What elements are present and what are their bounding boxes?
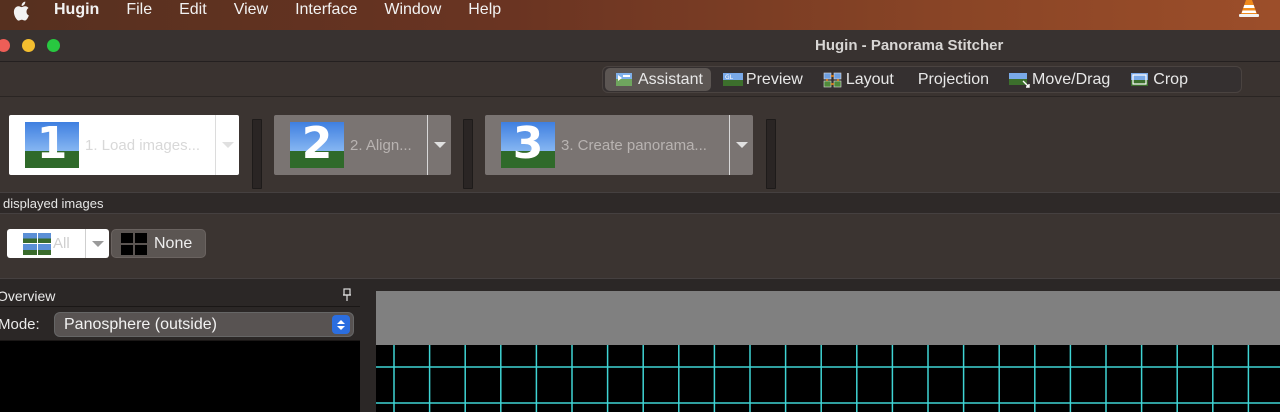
- window-titlebar: Hugin - Panorama Stitcher: [0, 30, 1280, 62]
- all-label: All: [53, 235, 70, 252]
- all-main[interactable]: All: [7, 229, 85, 258]
- step-create-panorama-button[interactable]: 3 3. Create panorama...: [485, 115, 753, 175]
- no-images-icon: [121, 232, 147, 255]
- zoom-window-button[interactable]: [47, 39, 60, 52]
- step-align-button[interactable]: 2 2. Align...: [274, 115, 451, 175]
- step-number: 2: [301, 118, 333, 169]
- toolbar-separator: [463, 119, 473, 189]
- step-label: 3. Create panorama...: [561, 136, 707, 154]
- menu-app-hugin[interactable]: Hugin: [54, 1, 99, 19]
- overview-mode-select[interactable]: Panosphere (outside): [54, 312, 354, 337]
- tab-preview[interactable]: GL Preview: [713, 68, 811, 91]
- tab-layout[interactable]: Layout: [813, 68, 902, 91]
- tab-projection[interactable]: Projection: [904, 68, 997, 91]
- assistant-steps-row: 1 1. Load images... 2 2. Align... 3 3. C…: [0, 96, 1280, 192]
- main-split-view: Overview Mode: Panosphere (outside): [0, 278, 1280, 412]
- show-no-images-button[interactable]: None: [111, 229, 206, 258]
- displayed-images-toolbar: All None: [0, 214, 1280, 278]
- none-label: None: [154, 234, 193, 252]
- mode-label: Mode:: [0, 316, 40, 333]
- panel-splitter[interactable]: [360, 285, 370, 412]
- move-drag-icon: [1008, 72, 1030, 88]
- minimize-window-button[interactable]: [22, 39, 35, 52]
- show-all-images-button[interactable]: All: [7, 229, 109, 258]
- menu-view[interactable]: View: [234, 1, 268, 19]
- step-number: 3: [512, 118, 544, 169]
- overview-mode-row: Mode: Panosphere (outside): [0, 307, 360, 341]
- apple-menu-icon[interactable]: [10, 0, 32, 22]
- step-1-thumbnail-icon: 1: [25, 118, 79, 169]
- tab-move-drag[interactable]: Move/Drag: [999, 68, 1118, 91]
- macos-menubar: Hugin File Edit View Interface Window He…: [0, 0, 1280, 30]
- preview-icon: GL: [722, 72, 744, 88]
- chevron-down-icon: [735, 142, 748, 148]
- overview-panel: Overview Mode: Panosphere (outside): [0, 285, 360, 412]
- tab-assistant[interactable]: Assistant: [605, 68, 711, 91]
- tab-label: Assistant: [638, 70, 703, 88]
- tab-label: Crop: [1153, 70, 1188, 88]
- chevron-down-icon: [91, 240, 104, 247]
- window-title: Hugin - Panorama Stitcher: [815, 37, 1004, 54]
- preview-gray-band: [376, 291, 1280, 345]
- vlc-cone-icon[interactable]: [1238, 0, 1260, 20]
- overview-header: Overview: [0, 285, 360, 307]
- close-window-button[interactable]: [0, 39, 10, 52]
- toolbar-separator: [766, 119, 776, 189]
- step-1-dropdown-button[interactable]: [215, 115, 239, 175]
- step-load-images-button[interactable]: 1 1. Load images...: [9, 115, 239, 175]
- step-label: 1. Load images...: [85, 136, 201, 154]
- menu-interface[interactable]: Interface: [295, 1, 357, 19]
- step-number: 1: [36, 118, 68, 169]
- step-label: 2. Align...: [350, 136, 412, 154]
- mode-select-value: Panosphere (outside): [64, 316, 217, 333]
- toolbar-separator: [252, 119, 262, 189]
- tab-label: Layout: [845, 70, 894, 88]
- select-stepper-icon: [332, 315, 350, 334]
- tab-label: Preview: [745, 70, 803, 88]
- step-2-dropdown-button[interactable]: [427, 115, 451, 175]
- pin-icon[interactable]: [342, 288, 352, 302]
- overview-title: Overview: [0, 288, 56, 304]
- assistant-icon: [614, 72, 636, 88]
- preview-area: [370, 285, 1280, 412]
- chevron-down-icon: [221, 142, 234, 148]
- preview-grid: [376, 345, 1280, 412]
- menu-edit[interactable]: Edit: [179, 1, 207, 19]
- step-main[interactable]: 2 2. Align...: [274, 115, 427, 175]
- layout-icon: [822, 72, 844, 88]
- step-2-thumbnail-icon: 2: [290, 118, 344, 169]
- step-3-thumbnail-icon: 3: [501, 118, 555, 169]
- tab-label: Move/Drag: [1032, 70, 1111, 88]
- svg-text:GL: GL: [725, 74, 734, 81]
- displayed-images-label: displayed images: [3, 196, 104, 211]
- step-3-dropdown-button[interactable]: [729, 115, 753, 175]
- step-main[interactable]: 1 1. Load images...: [9, 115, 215, 175]
- menu-help[interactable]: Help: [468, 1, 501, 19]
- displayed-images-header: displayed images: [0, 192, 1280, 214]
- crop-icon: [1129, 72, 1151, 88]
- tab-crop[interactable]: Crop: [1120, 68, 1196, 91]
- chevron-down-icon: [433, 142, 446, 148]
- panorama-preview-canvas[interactable]: [376, 291, 1280, 412]
- show-all-dropdown-button[interactable]: [85, 229, 109, 258]
- menu-file[interactable]: File: [126, 1, 152, 19]
- all-images-icon: [23, 232, 51, 255]
- view-mode-segmented-control: Assistant GL Preview Layout Projection M…: [602, 66, 1242, 93]
- tab-label: Projection: [917, 70, 990, 88]
- toolbar: Assistant GL Preview Layout Projection M…: [0, 62, 1280, 96]
- step-main[interactable]: 3 3. Create panorama...: [485, 115, 729, 175]
- menu-window[interactable]: Window: [384, 1, 441, 19]
